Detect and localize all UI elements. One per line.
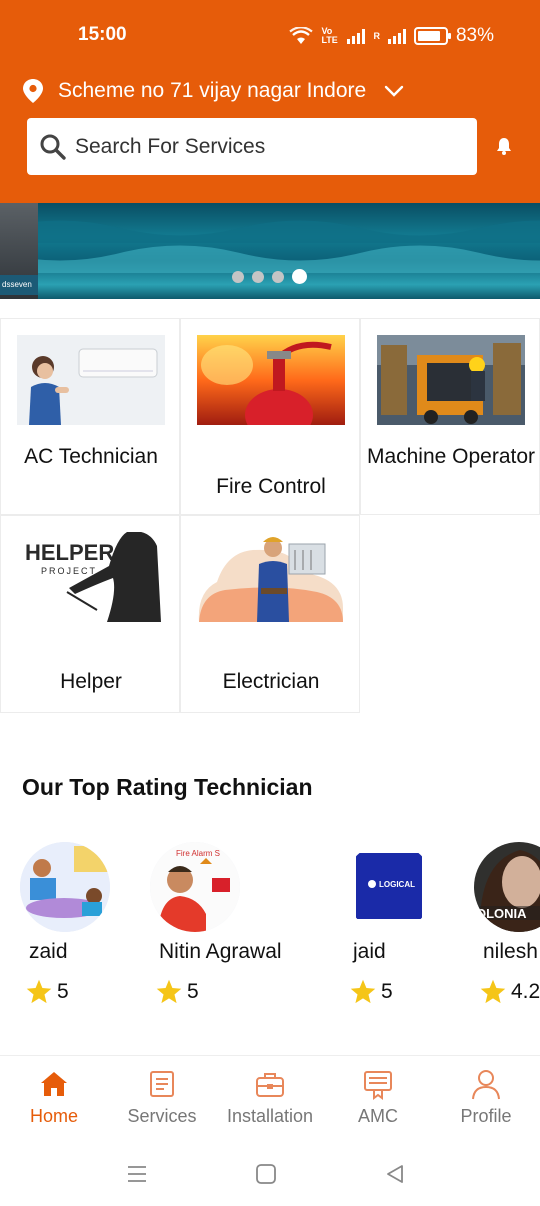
carousel-dot[interactable] [232,270,244,283]
roaming-indicator: R [373,30,380,41]
rating-value: 5 [57,980,69,1003]
banner-wave-graphic [0,220,540,243]
search-input[interactable] [75,134,445,159]
avatar-caption: LOGICAL [379,880,415,889]
ac-technician-image [17,335,165,425]
rating-value: 5 [381,980,393,1003]
nav-services[interactable]: Services [108,1068,216,1127]
volte-indicator: Vo LTE [321,26,338,45]
technician-name: nilesh [483,940,538,963]
carousel-dot-active[interactable] [292,269,307,284]
service-card-machine-operator[interactable]: Machine Operator [360,318,540,515]
location-text: Scheme no 71 vijay nagar Indore [58,79,367,102]
technician-name: zaid [29,940,68,963]
avatar: OLONIA [474,842,540,932]
status-time: 15:00 [78,24,127,45]
carousel-dot[interactable] [272,270,284,283]
home-button-icon[interactable] [255,1163,277,1185]
system-navigation-bar [0,1145,540,1206]
location-pin-icon [23,79,43,103]
service-card-fire-control[interactable]: Fire Control [180,318,360,515]
location-selector[interactable]: Scheme no 71 vijay nagar Indore [22,78,404,104]
chevron-down-icon [385,85,404,97]
star-icon [156,979,182,1004]
machine-operator-image [377,335,525,425]
rating-value: 4.2 [511,980,540,1003]
avatar-caption: Fire Alarm S [176,849,220,858]
promo-banner-carousel[interactable]: dsseven [0,203,540,299]
nav-label: Installation [226,1106,314,1126]
avatar-caption: OLONIA [476,906,527,921]
list-icon [150,1071,174,1097]
banner-side-label: dsseven [0,275,38,295]
service-card-helper[interactable]: HELPER PROJECT Helper [0,515,180,713]
technician-name: Nitin Agrawal [159,940,282,963]
carousel-indicators [232,269,307,284]
technician-rating: 5 [25,978,69,1006]
toolbox-icon [256,1073,284,1097]
technician-card[interactable]: zaid 5 [20,842,110,1004]
service-card-electrician[interactable]: Electrician [180,515,360,713]
nav-label: Services [127,1106,197,1126]
section-title: Our Top Rating Technician [22,774,313,800]
technician-card[interactable]: LOGICAL jaid 5 [344,842,434,1004]
search-bar[interactable] [27,118,477,175]
back-icon[interactable] [384,1163,406,1185]
status-icons: Vo LTE R 83% [289,25,494,47]
technician-card[interactable]: OLONIA nilesh 4.2 [474,842,540,1004]
avatar [20,842,110,932]
avatar: LOGICAL [344,842,434,932]
technician-rating: 5 [155,978,199,1006]
service-label: Machine Operator [366,445,536,468]
bottom-navigation: Home Services Installation AMC Profile [0,1055,540,1145]
person-icon [472,1070,500,1100]
service-label: Electrician [222,670,320,693]
service-label: Helper [60,670,122,693]
nav-installation[interactable]: Installation [216,1068,324,1127]
status-bar: 15:00 Vo LTE R 83% [0,22,540,50]
technician-rating: 4.2 [479,978,540,1006]
nav-home[interactable]: Home [0,1068,108,1127]
service-label: AC Technician [24,445,158,468]
battery-icon [413,27,451,45]
nav-amc[interactable]: AMC [324,1068,432,1127]
rating-value: 5 [187,980,199,1003]
signal-bars-2-icon [387,28,406,44]
wifi-icon [289,27,314,44]
fire-control-image [197,335,345,425]
technician-rating: 5 [349,978,393,1006]
service-label: Fire Control [216,475,326,498]
nav-profile[interactable]: Profile [432,1068,540,1127]
star-icon [26,979,52,1004]
nav-label: AMC [358,1106,398,1126]
nav-label: Home [29,1106,78,1126]
electrician-image [197,532,345,622]
technician-card[interactable]: Fire Alarm S Nitin Agrawal 5 [150,842,282,1004]
service-card-ac-technician[interactable]: AC Technician [0,318,180,515]
search-icon [40,134,66,160]
recent-apps-icon[interactable] [126,1163,148,1185]
app-header: 15:00 Vo LTE R 83% Scheme no 71 vijay na… [0,0,540,203]
helper-image: HELPER PROJECT [17,532,165,622]
helper-logo-title: HELPER [25,540,114,565]
technician-name: jaid [353,940,386,963]
battery-percent: 83% [455,25,494,46]
document-icon [364,1071,392,1100]
carousel-dot[interactable] [252,270,264,283]
nav-label: Profile [460,1106,512,1126]
avatar: Fire Alarm S [150,842,240,932]
helper-logo-subtitle: PROJECT [41,566,97,576]
home-icon [41,1072,67,1096]
signal-bars-1-icon [347,28,366,44]
star-icon [350,979,376,1004]
notification-bell-icon[interactable] [496,137,512,155]
star-icon [480,979,506,1004]
